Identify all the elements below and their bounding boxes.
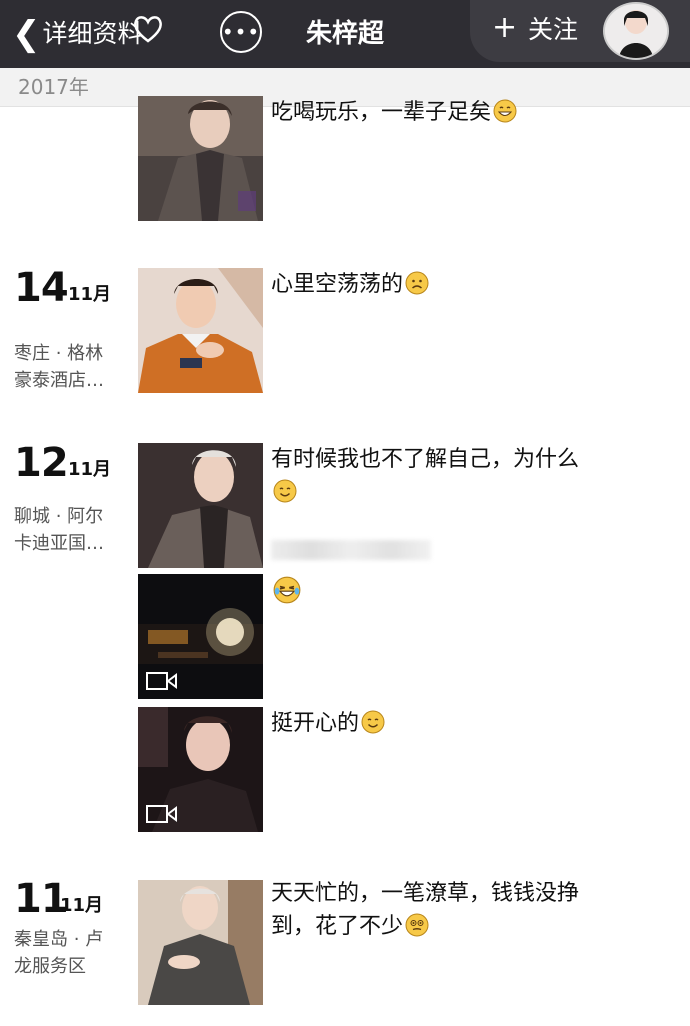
- post-text-content: 天天忙的，一笔潦草，钱钱没挣: [271, 881, 580, 906]
- post-month: 11月: [60, 895, 104, 916]
- selfie-image: [138, 96, 263, 221]
- location-line: 秦皇岛 · 卢: [14, 929, 104, 950]
- selfie-image: [138, 443, 263, 568]
- avatar[interactable]: [603, 2, 669, 60]
- laugh-cry-emoji-icon: [273, 576, 301, 604]
- post-video[interactable]: [138, 574, 263, 699]
- heart-icon: [134, 16, 162, 43]
- post-text: 天天忙的，一笔潦草，钱钱没挣 到，花了不少: [271, 877, 671, 943]
- ellipsis-icon: •••: [221, 20, 261, 44]
- location-line: 卡迪亚国…: [14, 533, 104, 554]
- post-text: 有时候我也不了解自己，为什么: [271, 443, 671, 509]
- post-text-content: 有时候我也不了解自己，为什么: [271, 447, 580, 472]
- post-photo[interactable]: [138, 880, 263, 1005]
- post-text-content: 吃喝玩乐，一辈子足矣: [271, 100, 492, 125]
- year-label: 2017年: [18, 75, 89, 99]
- post-day: 12: [14, 440, 69, 486]
- smile-emoji-icon: [361, 710, 385, 734]
- top-nav-bar: ❮ 详细资料 ••• 朱梓超 + 关注: [0, 0, 690, 68]
- grin-emoji-icon: [493, 99, 517, 123]
- video-camera-icon: [146, 672, 177, 690]
- avatar-figure-icon: [605, 4, 667, 58]
- back-label: 详细资料: [42, 19, 143, 48]
- post-text: 心里空荡荡的: [271, 268, 671, 301]
- post-text: 吃喝玩乐，一辈子足矣: [271, 96, 671, 129]
- dizzy-emoji-icon: [405, 913, 429, 937]
- post-photo[interactable]: [138, 443, 263, 568]
- sad-emoji-icon: [405, 271, 429, 295]
- blurred-text: [271, 540, 431, 560]
- post-text-content: 挺开心的: [271, 711, 360, 736]
- post-text: 挺开心的: [271, 707, 671, 740]
- page-title: 朱梓超: [305, 19, 384, 49]
- more-options-button[interactable]: •••: [220, 11, 262, 53]
- selfie-image: [138, 880, 263, 1005]
- post-photo[interactable]: [138, 96, 263, 221]
- plus-icon: +: [492, 10, 518, 45]
- post-day: 14: [14, 265, 69, 311]
- post-text-content: 到，花了不少: [271, 914, 404, 939]
- chevron-left-icon: ❮: [12, 14, 41, 54]
- location-line: 枣庄 · 格林: [14, 343, 104, 364]
- location-line: 聊城 · 阿尔: [14, 506, 104, 527]
- follow-label: 关注: [528, 15, 579, 44]
- location-line: 豪泰酒店…: [14, 370, 104, 391]
- post-location[interactable]: 枣庄 · 格林 豪泰酒店…: [14, 340, 132, 394]
- profile-timeline-page: ❮ 详细资料 ••• 朱梓超 + 关注 2017年 吃喝玩乐，一辈子足矣 14 …: [0, 0, 690, 1026]
- post-location[interactable]: 聊城 · 阿尔 卡迪亚国…: [14, 503, 132, 557]
- post-video[interactable]: [138, 707, 263, 832]
- location-line: 龙服务区: [14, 956, 86, 977]
- smile-emoji-icon: [273, 479, 297, 503]
- post-photo[interactable]: [138, 268, 263, 393]
- post-month: 11月: [68, 459, 112, 480]
- selfie-image: [138, 268, 263, 393]
- video-camera-icon: [146, 805, 177, 823]
- post-text: [271, 576, 301, 604]
- post-text-content: 心里空荡荡的: [271, 272, 404, 297]
- back-button[interactable]: ❮ 详细资料: [12, 12, 143, 56]
- post-location[interactable]: 秦皇岛 · 卢 龙服务区: [14, 926, 132, 980]
- post-month: 11月: [68, 284, 112, 305]
